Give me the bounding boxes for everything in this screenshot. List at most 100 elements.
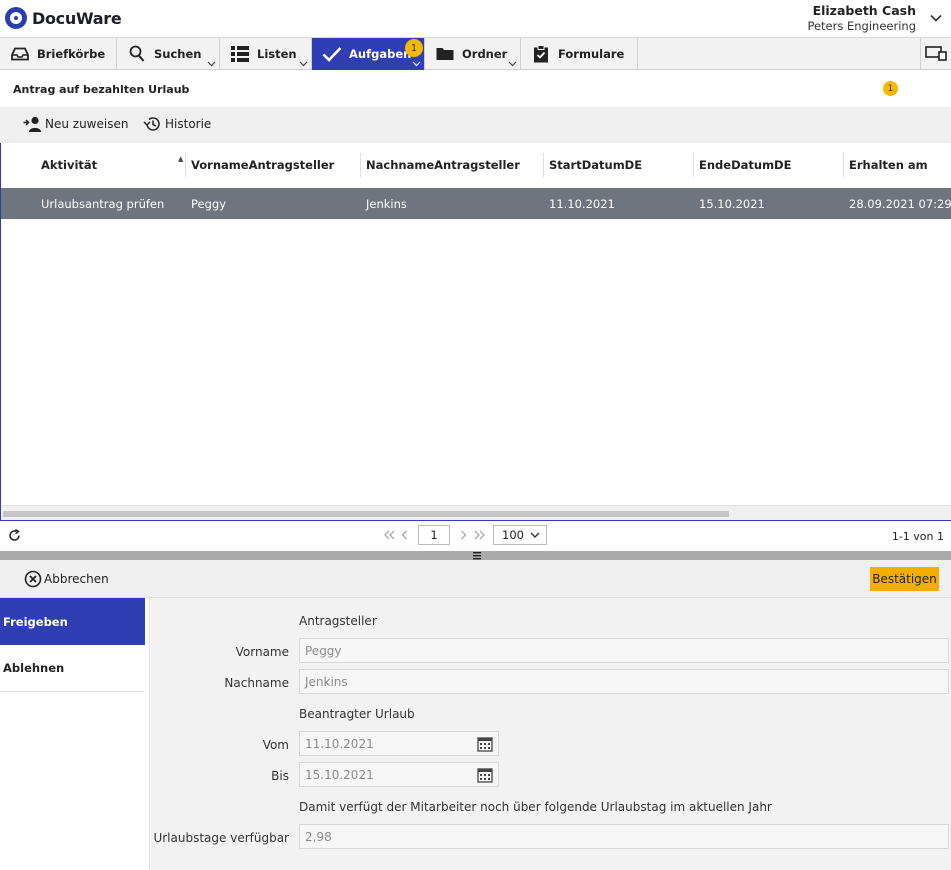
last-name-field[interactable]: Jenkins bbox=[299, 669, 949, 694]
main-nav: Briefkörbe Suchen Listen Aufgaben 1 Ordn… bbox=[0, 37, 951, 70]
cancel-label: Abbrechen bbox=[44, 572, 109, 586]
column-header-nachname[interactable]: NachnameAntragsteller bbox=[360, 143, 543, 187]
column-header-vorname[interactable]: VornameAntragsteller bbox=[185, 143, 360, 187]
column-header-erhalten-am[interactable]: Erhalten am bbox=[843, 143, 951, 187]
nav-label: Aufgaben bbox=[349, 47, 412, 61]
chevron-down-icon[interactable] bbox=[412, 61, 421, 67]
cancel-circle-icon bbox=[24, 570, 42, 588]
to-date-field[interactable]: 15.10.2021 bbox=[299, 762, 499, 787]
section-applicant: Antragsteller bbox=[299, 614, 377, 628]
chevron-down-icon[interactable] bbox=[929, 11, 943, 25]
pager: 1 100 1-1 von 1 bbox=[0, 521, 951, 551]
days-available-field[interactable]: 2,98 bbox=[299, 824, 949, 849]
list-icon bbox=[230, 45, 250, 63]
chevron-down-icon[interactable] bbox=[207, 61, 216, 67]
user-name: Elizabeth Cash bbox=[812, 3, 916, 18]
from-date-field[interactable]: 11.10.2021 bbox=[299, 731, 499, 756]
column-header-endedatum[interactable]: EndeDatumDE bbox=[693, 143, 843, 187]
window-toggle-button[interactable] bbox=[920, 38, 951, 70]
first-name-label: Vorname bbox=[235, 645, 289, 659]
reassign-button[interactable]: Neu zuweisen bbox=[23, 116, 128, 132]
nav-label: Suchen bbox=[154, 47, 202, 61]
page-size-value: 100 bbox=[502, 528, 524, 542]
user-info[interactable]: Elizabeth Cash Peters Engineering bbox=[807, 3, 916, 34]
monitor-icon bbox=[925, 46, 947, 61]
cell-vorname: Peggy bbox=[191, 196, 227, 211]
nav-item-suchen[interactable]: Suchen bbox=[117, 38, 220, 70]
decision-sidebar: Freigeben Ablehnen bbox=[0, 598, 150, 870]
next-page-icon[interactable] bbox=[460, 530, 467, 540]
first-page-icon[interactable] bbox=[384, 530, 395, 540]
reassign-label: Neu zuweisen bbox=[45, 117, 129, 131]
page-number-input[interactable]: 1 bbox=[418, 525, 450, 545]
task-count-badge: 1 bbox=[405, 39, 423, 57]
form-toolbar: Abbrechen Bestätigen bbox=[0, 560, 951, 598]
result-count: 1-1 von 1 bbox=[891, 530, 944, 543]
from-date-value: 11.10.2021 bbox=[305, 736, 374, 751]
pane-splitter[interactable] bbox=[0, 551, 951, 560]
cell-aktivitaet: Urlaubsantrag prüfen bbox=[41, 196, 165, 211]
cancel-button[interactable]: Abbrechen bbox=[24, 570, 109, 588]
section-leave: Beantragter Urlaub bbox=[299, 707, 415, 721]
cell-endedatum: 15.10.2021 bbox=[699, 196, 765, 211]
logo-text: DocuWare bbox=[32, 8, 122, 28]
checkmark-icon bbox=[322, 45, 342, 63]
page-size-select[interactable]: 100 bbox=[493, 525, 547, 545]
cell-startdatum: 11.10.2021 bbox=[549, 196, 615, 211]
approval-form: Antragsteller Vorname Peggy Nachname Jen… bbox=[151, 598, 951, 870]
history-label: Historie bbox=[165, 117, 212, 131]
task-badge: 1 bbox=[883, 81, 898, 96]
vacation-note: Damit verfügt der Mitarbeiter noch über … bbox=[299, 800, 772, 814]
reassign-user-icon bbox=[23, 116, 41, 132]
last-name-label: Nachname bbox=[224, 676, 289, 690]
task-grid: Aktivität ▲ VornameAntragsteller Nachnam… bbox=[0, 143, 951, 521]
nav-item-formulare[interactable]: Formulare bbox=[521, 38, 638, 70]
refresh-icon[interactable] bbox=[8, 529, 21, 542]
first-name-value: Peggy bbox=[305, 643, 342, 658]
calendar-icon[interactable] bbox=[477, 767, 493, 783]
task-title-row: Antrag auf bezahlten Urlaub 1 bbox=[0, 70, 951, 107]
chevron-down-icon[interactable] bbox=[299, 61, 308, 67]
chevron-down-icon bbox=[530, 532, 540, 538]
docuware-logo[interactable]: DocuWare bbox=[5, 7, 122, 29]
sort-ascending-icon: ▲ bbox=[178, 155, 184, 163]
nav-item-aufgaben[interactable]: Aufgaben 1 bbox=[312, 38, 425, 70]
from-date-label: Vom bbox=[262, 738, 289, 752]
previous-page-icon[interactable] bbox=[401, 530, 408, 540]
nav-label: Listen bbox=[257, 47, 297, 61]
horizontal-scrollbar[interactable] bbox=[1, 505, 951, 520]
tray-icon bbox=[10, 45, 30, 63]
history-icon bbox=[143, 117, 160, 131]
first-name-field[interactable]: Peggy bbox=[299, 638, 949, 663]
table-row[interactable]: Urlaubsantrag prüfen Peggy Jenkins 11.10… bbox=[1, 188, 951, 219]
nav-item-listen[interactable]: Listen bbox=[220, 38, 312, 70]
column-header-startdatum[interactable]: StartDatumDE bbox=[543, 143, 693, 187]
calendar-icon[interactable] bbox=[477, 736, 493, 752]
top-bar: DocuWare Elizabeth Cash Peters Engineeri… bbox=[0, 0, 951, 37]
user-company: Peters Engineering bbox=[807, 19, 916, 33]
clipboard-icon bbox=[531, 45, 551, 63]
days-available-value: 2,98 bbox=[305, 829, 332, 844]
column-header-aktivitaet[interactable]: Aktivität bbox=[35, 143, 185, 187]
to-date-label: Bis bbox=[271, 769, 289, 783]
last-page-icon[interactable] bbox=[474, 530, 485, 540]
tab-ablehnen[interactable]: Ablehnen bbox=[0, 645, 144, 692]
grid-header: Aktivität ▲ VornameAntragsteller Nachnam… bbox=[1, 143, 951, 187]
folder-icon bbox=[435, 45, 455, 63]
chevron-down-icon[interactable] bbox=[508, 61, 517, 67]
last-name-value: Jenkins bbox=[305, 674, 348, 689]
confirm-button[interactable]: Bestätigen bbox=[870, 567, 939, 591]
history-button[interactable]: Historie bbox=[143, 116, 211, 132]
nav-item-briefkoerbe[interactable]: Briefkörbe bbox=[0, 38, 117, 70]
scrollbar-thumb[interactable] bbox=[3, 511, 729, 517]
drag-handle-icon[interactable] bbox=[472, 551, 482, 560]
cell-nachname: Jenkins bbox=[366, 196, 407, 211]
cell-erhalten-am: 28.09.2021 07:29 bbox=[849, 196, 951, 211]
nav-item-ordner[interactable]: Ordner bbox=[425, 38, 521, 70]
task-toolbar: Neu zuweisen Historie bbox=[0, 107, 951, 143]
tab-freigeben[interactable]: Freigeben bbox=[0, 598, 145, 645]
docuware-logo-icon bbox=[5, 7, 27, 29]
nav-label: Formulare bbox=[558, 47, 625, 61]
search-icon bbox=[127, 45, 147, 63]
page-title: Antrag auf bezahlten Urlaub bbox=[13, 83, 190, 96]
